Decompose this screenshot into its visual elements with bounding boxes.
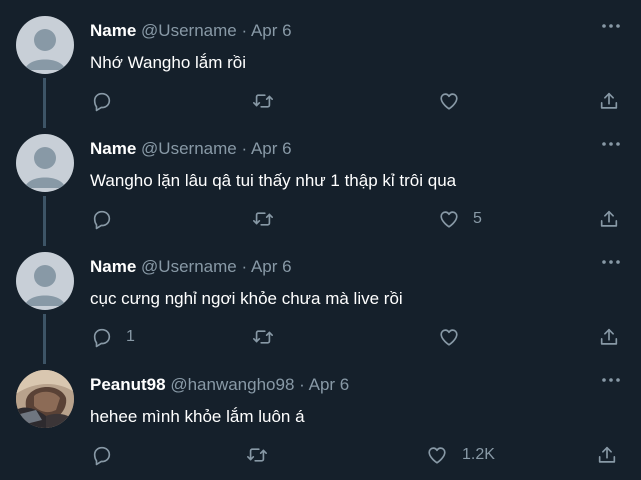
tweet-actions: 5 xyxy=(0,207,641,231)
tweet-text: cục cưng nghỉ ngơi khỏe chưa mà live rồi xyxy=(90,289,403,308)
separator-dot: · xyxy=(241,139,248,158)
username[interactable]: @Username xyxy=(141,21,237,40)
tweet-text: hehee mình khỏe lắm luôn á xyxy=(90,407,305,426)
username[interactable]: @Username xyxy=(141,257,237,276)
avatar[interactable] xyxy=(16,134,74,192)
tweet[interactable]: Name @Username · Apr 6 Nhớ Wangho lắm rồ… xyxy=(0,0,641,118)
reply-button[interactable] xyxy=(91,207,126,231)
retweet-icon xyxy=(253,94,273,108)
tweet-header: Name @Username · Apr 6 xyxy=(90,256,292,278)
heart-icon xyxy=(428,447,446,464)
tweet[interactable]: Peanut98 @hanwangho98 · Apr 6 hehee mình… xyxy=(0,354,641,480)
avatar[interactable] xyxy=(16,16,74,74)
retweet-icon xyxy=(253,330,273,344)
display-name[interactable]: Name xyxy=(90,139,136,158)
share-button[interactable] xyxy=(598,207,620,231)
share-button[interactable] xyxy=(596,443,618,467)
default-avatar-icon xyxy=(25,147,65,188)
display-name[interactable]: Peanut98 xyxy=(90,375,166,394)
tweet-header: Name @Username · Apr 6 xyxy=(90,138,292,160)
share-icon xyxy=(598,446,616,463)
retweet-button[interactable] xyxy=(245,443,282,467)
heart-icon xyxy=(440,211,458,228)
more-options-button[interactable] xyxy=(599,372,623,388)
display-name[interactable]: Name xyxy=(90,21,136,40)
profile-photo xyxy=(16,370,74,428)
reply-icon xyxy=(93,92,111,112)
reply-icon xyxy=(93,210,111,230)
tweet-actions xyxy=(0,89,641,113)
share-button[interactable] xyxy=(598,325,620,349)
retweet-icon xyxy=(247,448,267,462)
more-dots-icon xyxy=(602,24,620,28)
more-dots-icon xyxy=(602,260,620,264)
tweet-actions: 1.2K xyxy=(0,443,641,467)
tweet[interactable]: Name @Username · Apr 6 Wangho lặn lâu qâ… xyxy=(0,118,641,236)
default-avatar-icon xyxy=(25,265,65,306)
like-button[interactable]: 1.2K xyxy=(426,443,495,467)
heart-icon xyxy=(440,329,458,346)
username[interactable]: @Username xyxy=(141,139,237,158)
tweet-header: Peanut98 @hanwangho98 · Apr 6 xyxy=(90,374,349,396)
tweet-date[interactable]: Apr 6 xyxy=(309,375,350,394)
tweet-text: Nhớ Wangho lắm rồi xyxy=(90,53,247,72)
like-count: 1.2K xyxy=(462,446,495,463)
retweet-button[interactable] xyxy=(251,89,288,113)
tweet[interactable]: Name @Username · Apr 6 cục cưng nghỉ ngơ… xyxy=(0,236,641,354)
reply-icon xyxy=(93,328,111,348)
reply-button[interactable] xyxy=(91,443,126,467)
like-button[interactable] xyxy=(438,325,473,349)
separator-dot: · xyxy=(241,257,248,276)
share-icon xyxy=(600,328,618,345)
tweet-text: Wangho lặn lâu qâ tui thấy như 1 thập kỉ… xyxy=(90,171,457,190)
like-button[interactable]: 5 xyxy=(438,207,482,231)
avatar[interactable] xyxy=(16,370,74,428)
retweet-button[interactable] xyxy=(251,325,288,349)
more-options-button[interactable] xyxy=(599,18,623,34)
retweet-button[interactable] xyxy=(251,207,288,231)
reply-icon xyxy=(93,446,111,466)
retweet-icon xyxy=(253,212,273,226)
tweet-date[interactable]: Apr 6 xyxy=(251,139,292,158)
heart-icon xyxy=(440,93,458,110)
more-options-button[interactable] xyxy=(599,254,623,270)
username[interactable]: @hanwangho98 xyxy=(170,375,294,394)
avatar[interactable] xyxy=(16,252,74,310)
reply-count: 1 xyxy=(126,328,135,345)
tweet-actions: 1 xyxy=(0,325,641,349)
reply-button[interactable] xyxy=(91,89,126,113)
reply-button[interactable]: 1 xyxy=(91,325,135,349)
tweet-date[interactable]: Apr 6 xyxy=(251,21,292,40)
tweet-header: Name @Username · Apr 6 xyxy=(90,20,292,42)
display-name[interactable]: Name xyxy=(90,257,136,276)
separator-dot: · xyxy=(299,375,305,394)
like-button[interactable] xyxy=(438,89,473,113)
default-avatar-icon xyxy=(25,29,65,70)
tweet-thread: Name @Username · Apr 6 Nhớ Wangho lắm rồ… xyxy=(0,0,641,480)
tweet-date[interactable]: Apr 6 xyxy=(251,257,292,276)
share-icon xyxy=(600,210,618,227)
more-options-button[interactable] xyxy=(599,136,623,152)
share-button[interactable] xyxy=(598,89,620,113)
like-count: 5 xyxy=(473,210,482,227)
share-icon xyxy=(600,92,618,109)
separator-dot: · xyxy=(241,21,248,40)
more-dots-icon xyxy=(602,378,620,382)
more-dots-icon xyxy=(602,142,620,146)
